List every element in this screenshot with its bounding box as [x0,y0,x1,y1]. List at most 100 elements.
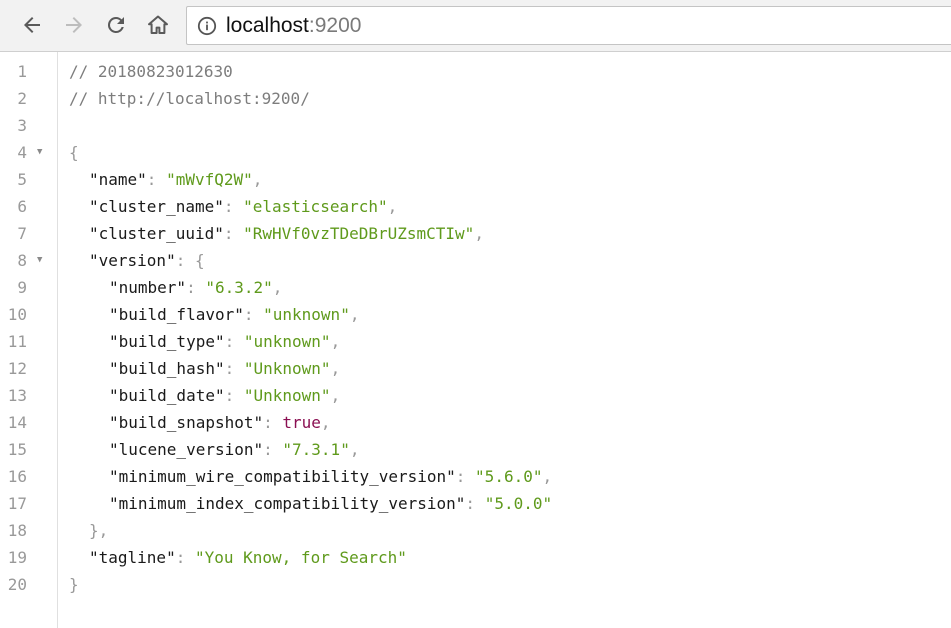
token-bool: true [282,413,321,432]
arrow-right-icon [66,17,82,33]
line-number: 17 [7,494,27,513]
code-line: 5 "name": "mWvfQ2W", [0,166,951,193]
code-text: "build_type": "unknown", [109,328,340,355]
code-line: 10 "build_flavor": "unknown", [0,301,951,328]
token-str: "7.3.1" [282,440,350,459]
token-key: "build_date" [109,386,225,405]
info-circle-icon[interactable] [197,16,217,36]
token-key: "cluster_uuid" [89,224,224,243]
token-punct: { [69,143,79,162]
line-number: 3 [17,116,27,135]
code-text: "cluster_uuid": "RwHVf0vzTDeDBrUZsmCTIw"… [89,220,484,247]
token-punct: , [330,359,341,378]
token-punct: : [223,197,244,216]
code-line: 9 "number": "6.3.2", [0,274,951,301]
line-number: 11 [7,332,27,351]
line-number: 9 [17,278,27,297]
code-text: "minimum_wire_compatibility_version": "5… [109,463,552,490]
token-punct: : [175,548,195,567]
token-punct: , [474,224,484,243]
code-line: 8 ▼ "version": { [0,247,951,274]
code-line: 12 "build_hash": "Unknown", [0,355,951,382]
back-button[interactable] [16,9,48,41]
token-key: "minimum_index_compatibility_version" [109,494,466,513]
line-number: 6 [17,197,27,216]
code-line: 16 "minimum_wire_compatibility_version": … [0,463,951,490]
fold-triangle-icon[interactable]: ▼ [37,139,47,166]
token-key: "number" [109,278,187,297]
token-punct: : [186,278,206,297]
token-punct: , [320,413,331,432]
code-text: "cluster_name": "elasticsearch", [89,193,397,220]
token-str: "You Know, for Search" [194,548,407,567]
url-text[interactable]: localhost:9200 [226,15,361,36]
token-punct: , [330,386,341,405]
home-icon [148,15,168,34]
token-punct: } [69,575,79,594]
code-text: "build_snapshot": true, [109,409,331,436]
reload-button[interactable] [100,9,132,41]
line-number: 4 [17,143,27,162]
code-text: // 20180823012630 [69,58,233,85]
token-punct: : [465,494,485,513]
line-number: 14 [7,413,27,432]
token-punct: , [387,197,398,216]
token-str: "mWvfQ2W" [166,170,253,189]
token-key: "build_hash" [109,359,225,378]
token-str: "6.3.2" [205,278,273,297]
token-punct: , [330,332,341,351]
browser-toolbar: localhost:9200 [0,0,951,52]
line-number: 7 [17,224,27,243]
line-number: 10 [7,305,27,324]
code-line: 19 "tagline": "You Know, for Search" [0,544,951,571]
code-text: "lucene_version": "7.3.1", [109,436,359,463]
token-key: "name" [89,170,147,189]
forward-button[interactable] [58,9,90,41]
token-str: "Unknown" [243,359,331,378]
arrow-left-icon [24,17,40,33]
token-key: "lucene_version" [109,440,264,459]
line-number: 5 [17,170,27,189]
line-number: 16 [7,467,27,486]
token-str: "RwHVf0vzTDeDBrUZsmCTIw" [243,224,475,243]
token-str: "5.6.0" [475,467,543,486]
token-punct: : { [175,251,205,270]
code-text: "name": "mWvfQ2W", [89,166,262,193]
token-punct: , [349,305,360,324]
token-punct: : [146,170,167,189]
token-str: "unknown" [263,305,350,324]
code-text: "number": "6.3.2", [109,274,282,301]
token-punct: : [224,359,244,378]
line-number: 8 [17,251,27,270]
code-text: "version": { [89,247,205,274]
reload-icon [107,16,124,33]
code-line: 13 "build_date": "Unknown", [0,382,951,409]
code-text: "minimum_index_compatibility_version": "… [109,490,552,517]
code-line: 7 "cluster_uuid": "RwHVf0vzTDeDBrUZsmCTIw… [0,220,951,247]
code-line: 6 "cluster_name": "elasticsearch", [0,193,951,220]
code-text: { [69,139,79,166]
line-number: 18 [7,521,27,540]
token-punct: : [223,224,244,243]
address-bar[interactable]: localhost:9200 [186,6,951,45]
code-text: "build_hash": "Unknown", [109,355,340,382]
token-punct: : [455,467,476,486]
line-number: 2 [17,89,27,108]
token-key: "version" [89,251,176,270]
token-key: "build_flavor" [109,305,244,324]
home-button[interactable] [142,9,174,41]
code-text: }, [89,517,108,544]
json-viewer: 1 // 20180823012630 2 // http://localhost:9… [0,52,951,628]
token-punct: , [272,278,283,297]
line-number: 15 [7,440,27,459]
fold-triangle-icon[interactable]: ▼ [37,247,47,274]
code-line: 1 // 20180823012630 [0,58,951,85]
token-comment: // http://localhost:9200/ [69,89,310,108]
token-punct: , [349,440,360,459]
code-line: 17 "minimum_index_compatibility_version":… [0,490,951,517]
url-port: :9200 [308,14,362,37]
line-number: 13 [7,386,27,405]
code-line: 3 [0,112,951,139]
code-line: 2 // http://localhost:9200/ [0,85,951,112]
token-str: "elasticsearch" [243,197,388,216]
